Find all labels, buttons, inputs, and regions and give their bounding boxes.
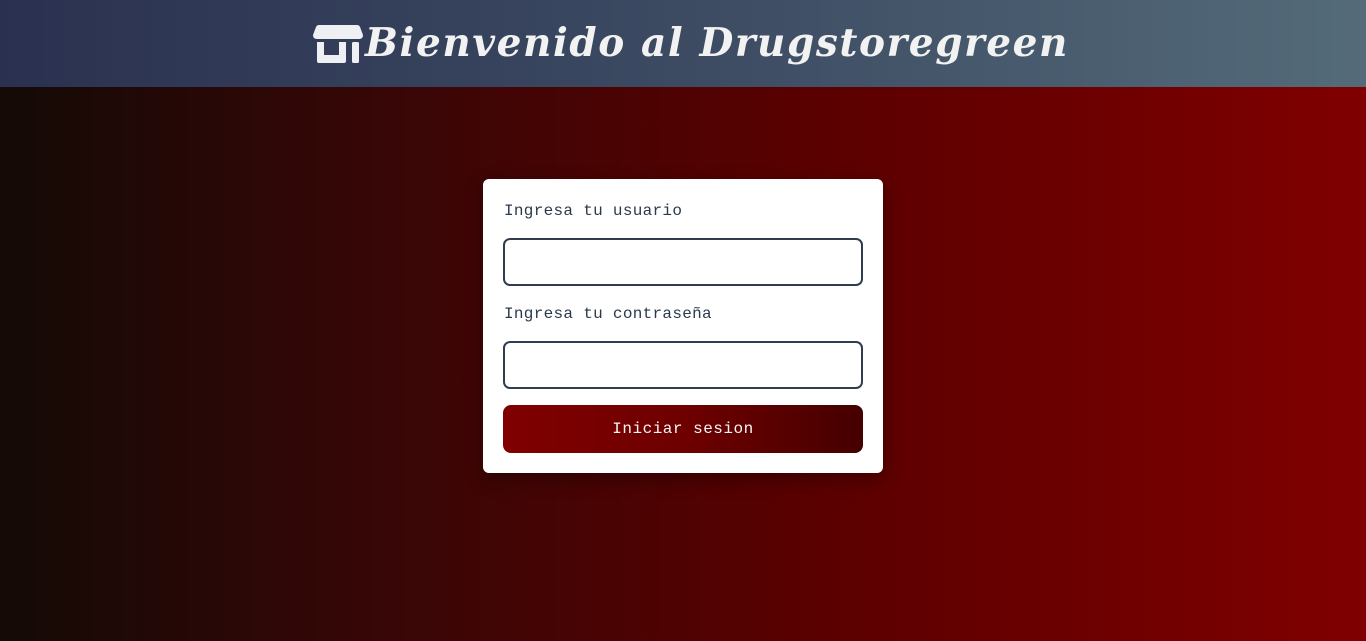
store-icon — [312, 24, 363, 63]
password-label: Ingresa tu contraseña — [504, 305, 712, 323]
login-card: Ingresa tu usuario Ingresa tu contraseña… — [483, 179, 883, 473]
header-bar: Bienvenido al Drugstoregreen — [0, 0, 1366, 87]
page-title: Bienvenido al Drugstoregreen — [364, 20, 1070, 66]
login-button[interactable]: Iniciar sesion — [503, 405, 863, 453]
header-brand: Bienvenido al Drugstoregreen — [312, 20, 1070, 66]
password-input[interactable] — [503, 341, 863, 389]
username-input[interactable] — [503, 238, 863, 286]
username-label: Ingresa tu usuario — [504, 202, 683, 220]
